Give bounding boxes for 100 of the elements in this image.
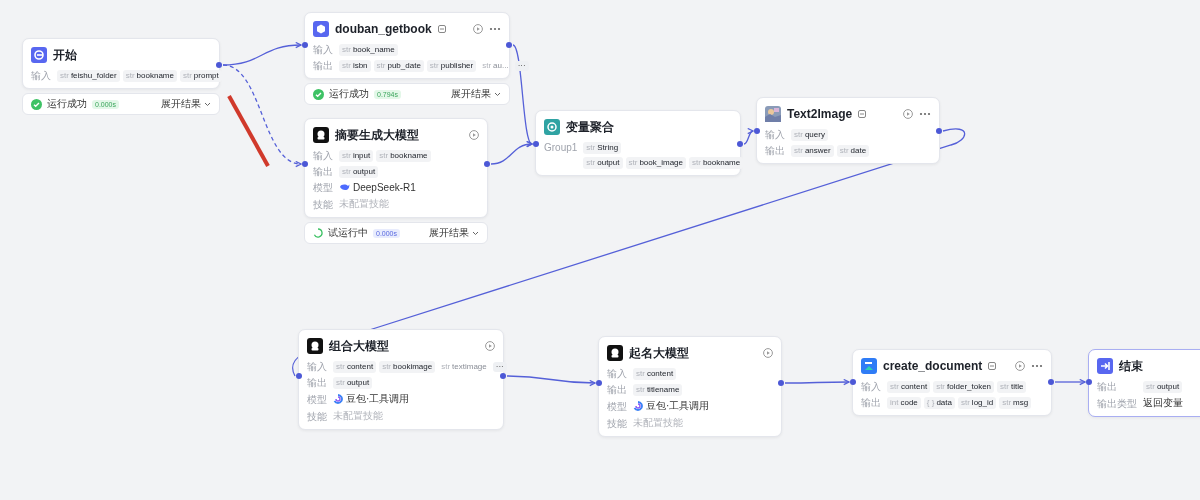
field-label: 模型 (607, 399, 627, 413)
model-name: 豆包·工具调用 (346, 392, 410, 406)
play-icon[interactable] (763, 348, 773, 358)
cube-icon (313, 21, 329, 37)
more-button[interactable]: ··· (492, 361, 507, 372)
field-label: 模型 (307, 392, 327, 406)
play-icon[interactable] (469, 130, 479, 140)
caret-icon (204, 101, 211, 107)
variable-tag: str textimage (438, 360, 490, 373)
skill-value: 未配置技能 (333, 409, 384, 423)
check-icon (31, 98, 42, 110)
caret-icon (494, 91, 501, 97)
robot-icon (607, 345, 623, 361)
input-port[interactable] (1086, 379, 1092, 385)
play-icon[interactable] (903, 109, 913, 119)
variable-tag: str bookname (122, 69, 177, 82)
node-title: douban_getbook (335, 22, 432, 36)
input-port[interactable] (754, 128, 760, 134)
node-title: 组合大模型 (329, 337, 389, 355)
input-port[interactable] (296, 373, 302, 379)
field-label: Group1 (544, 141, 578, 154)
field-label: 模型 (313, 181, 333, 194)
variable-tag: str au... (479, 59, 512, 72)
node-title: create_document (883, 359, 983, 373)
more-icon[interactable] (1031, 364, 1043, 368)
field-label: 输入 (31, 69, 51, 82)
skill-value: 未配置技能 (633, 416, 684, 430)
field-label: 技能 (313, 197, 333, 211)
skill-value: 未配置技能 (339, 197, 390, 211)
model-name: 豆包·工具调用 (646, 399, 710, 413)
spinner-icon (313, 228, 323, 238)
expand-results-button[interactable]: 展开结果 (429, 226, 479, 240)
field-label: 技能 (607, 416, 627, 430)
field-label: 输出 (307, 376, 327, 389)
expand-results-button[interactable]: 展开结果 (161, 97, 211, 111)
status-text: 运行成功 (329, 87, 369, 101)
merge-icon (544, 119, 560, 135)
more-icon[interactable] (489, 27, 501, 31)
check-icon (313, 88, 324, 100)
output-port[interactable] (1048, 379, 1054, 385)
more-button[interactable]: ··· (514, 60, 529, 71)
field-label: 输入 (861, 380, 881, 393)
start-icon (31, 47, 47, 63)
output-port[interactable] (484, 161, 490, 167)
play-icon[interactable] (485, 341, 495, 351)
field-label: 输入 (313, 149, 333, 162)
input-port[interactable] (302, 42, 308, 48)
variable-tag: { } data (923, 396, 955, 409)
field-label: 输出 (313, 59, 333, 72)
variable-tag: str publisher (426, 59, 477, 72)
image-icon (765, 106, 781, 122)
field-label: 输入 (607, 367, 627, 380)
input-port[interactable] (850, 379, 856, 385)
output-port[interactable] (506, 42, 512, 48)
node-title: 起名大模型 (629, 344, 689, 362)
output-type-value: 返回变量 (1143, 396, 1184, 410)
input-port[interactable] (596, 380, 602, 386)
node-title: Text2Image (787, 107, 853, 121)
node-title: 结束 (1119, 357, 1143, 375)
expand-results-button[interactable]: 展开结果 (451, 87, 501, 101)
more-icon[interactable] (919, 112, 931, 116)
field-label: 输入 (307, 360, 327, 373)
field-label: 输出 (313, 165, 333, 178)
field-label: 输入 (313, 43, 333, 56)
variable-tag: str book_image (625, 157, 686, 169)
field-label: 输出 (607, 383, 627, 396)
robot-icon (307, 338, 323, 354)
status-text: 试运行中 (328, 226, 368, 240)
plugin-mark-icon (437, 25, 446, 33)
connector-line (1054, 378, 1086, 386)
output-port[interactable] (936, 128, 942, 134)
whale-icon (339, 183, 350, 192)
node-title: 开始 (53, 46, 77, 64)
plugin-mark-icon (858, 110, 867, 118)
field-label: 输出 (861, 396, 881, 409)
robot-icon (313, 127, 329, 143)
field-label: 输出类型 (1097, 396, 1137, 410)
node-title: 摘要生成大模型 (335, 126, 419, 144)
variable-tag: str pub_date (373, 59, 424, 72)
node-title: 变量聚合 (566, 118, 614, 136)
swirl-icon (333, 394, 343, 404)
field-label: 技能 (307, 409, 327, 423)
field-label: 输出 (765, 144, 785, 157)
output-port[interactable] (500, 373, 506, 379)
caret-icon (472, 230, 479, 236)
output-port[interactable] (778, 380, 784, 386)
input-port[interactable] (302, 161, 308, 167)
status-text: 运行成功 (47, 97, 87, 111)
end-icon (1097, 358, 1113, 374)
swirl-icon (633, 401, 643, 411)
plugin-mark-icon (988, 362, 997, 370)
field-label: 输出 (1097, 380, 1118, 393)
model-name: DeepSeek-R1 (353, 182, 416, 193)
play-icon[interactable] (473, 24, 483, 34)
play-icon[interactable] (1015, 361, 1025, 371)
input-port[interactable] (533, 141, 539, 147)
document-icon (861, 358, 877, 374)
output-port[interactable] (216, 62, 222, 68)
variable-tag: str date (836, 144, 870, 157)
output-port[interactable] (737, 141, 743, 147)
